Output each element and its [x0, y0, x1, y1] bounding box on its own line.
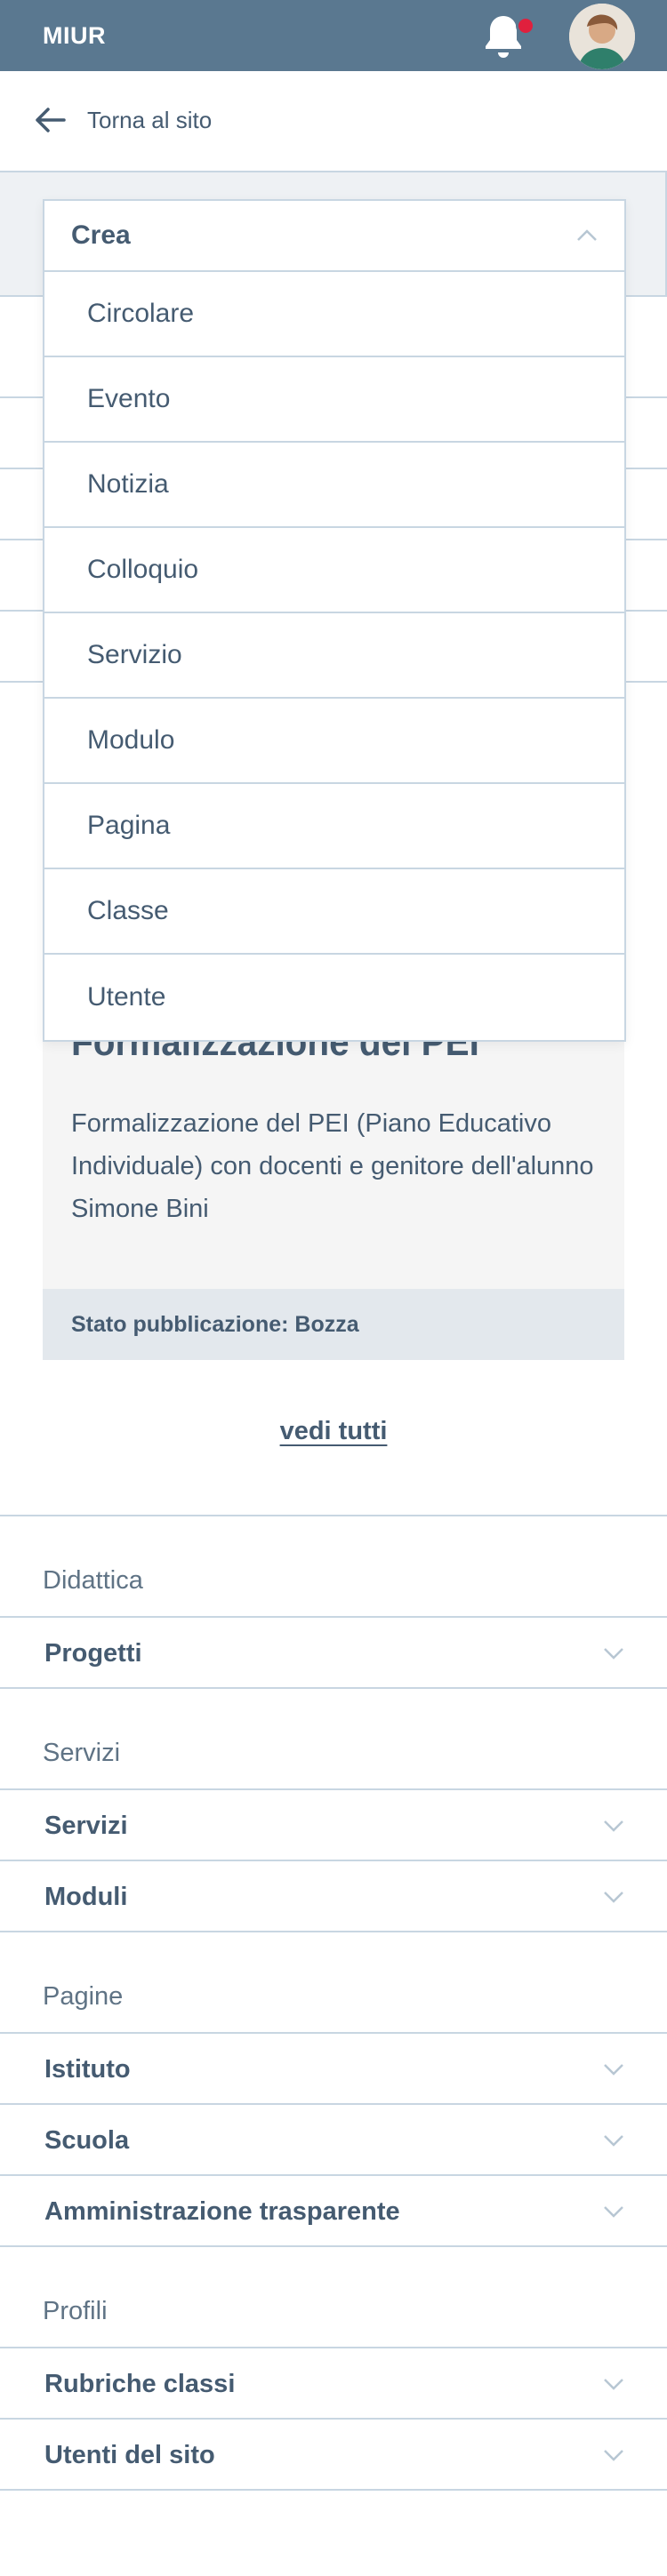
create-option-circolare[interactable]: Circolare	[44, 272, 624, 357]
avatar[interactable]	[569, 4, 635, 69]
chevron-down-icon	[604, 1820, 623, 1832]
menu-item-scuola[interactable]: Scuola	[0, 2105, 667, 2176]
menu-item-label: Amministrazione trasparente	[44, 2196, 400, 2226]
chevron-down-icon	[604, 2135, 623, 2147]
menu-item-label: Scuola	[44, 2125, 130, 2155]
notification-badge	[516, 16, 535, 36]
chevron-down-icon	[604, 2450, 623, 2461]
menu-item-amministrazione-trasparente[interactable]: Amministrazione trasparente	[0, 2176, 667, 2247]
chevron-down-icon	[604, 2064, 623, 2076]
menu-item-servizi[interactable]: Servizi	[0, 1790, 667, 1861]
brand-label: MIUR	[43, 21, 106, 49]
see-all-link[interactable]: vedi tutti	[0, 1417, 667, 1446]
menu-item-label: Progetti	[44, 1638, 142, 1668]
publication-status: Stato pubblicazione: Bozza	[43, 1289, 624, 1360]
section-label-pagine: Pagine	[43, 1982, 124, 2011]
create-option-servizio[interactable]: Servizio	[44, 613, 624, 699]
menu-item-istituto[interactable]: Istituto	[0, 2034, 667, 2105]
menu-item-label: Servizi	[44, 1811, 128, 1840]
notifications-button[interactable]	[480, 12, 535, 60]
menu-item-rubriche-classi[interactable]: Rubriche classi	[0, 2348, 667, 2420]
create-option-modulo[interactable]: Modulo	[44, 699, 624, 784]
create-label: Crea	[71, 220, 131, 250]
divider	[0, 2245, 667, 2247]
chevron-down-icon	[604, 2379, 623, 2390]
menu-item-moduli[interactable]: Moduli	[0, 1861, 667, 1932]
create-dropdown: Crea Circolare Evento Notizia Colloquio …	[43, 199, 626, 1042]
back-to-site-link[interactable]: Torna al sito	[0, 89, 667, 151]
create-option-notizia[interactable]: Notizia	[44, 443, 624, 528]
menu-item-label: Utenti del sito	[44, 2440, 215, 2469]
create-option-colloquio[interactable]: Colloquio	[44, 528, 624, 613]
divider	[0, 1687, 667, 1689]
divider	[0, 1515, 667, 1516]
back-link-label: Torna al sito	[87, 106, 213, 133]
menu-item-label: Istituto	[44, 2054, 131, 2084]
create-dropdown-toggle[interactable]: Crea	[44, 201, 624, 272]
chevron-down-icon	[604, 1648, 623, 1660]
menu-item-label: Moduli	[44, 1882, 128, 1911]
section-label-servizi: Servizi	[43, 1739, 121, 1767]
create-option-classe[interactable]: Classe	[44, 869, 624, 955]
page: MIUR Torna al sito Formalizzazione del P…	[0, 0, 667, 2576]
divider	[0, 2489, 667, 2491]
top-bar: MIUR	[0, 0, 667, 71]
chevron-down-icon	[604, 1892, 623, 1903]
chevron-down-icon	[604, 2206, 623, 2218]
create-option-evento[interactable]: Evento	[44, 357, 624, 443]
card-description: Formalizzazione del PEI (Piano Educativo…	[71, 1109, 594, 1223]
section-label-didattica: Didattica	[43, 1566, 143, 1595]
menu-item-utenti-del-sito[interactable]: Utenti del sito	[0, 2420, 667, 2491]
section-label-profili: Profili	[43, 2297, 108, 2325]
arrow-left-icon	[36, 108, 66, 132]
divider	[0, 1931, 667, 1932]
chevron-up-icon	[577, 229, 597, 241]
menu-item-progetti[interactable]: Progetti	[0, 1618, 667, 1689]
create-option-utente[interactable]: Utente	[44, 955, 624, 1040]
menu-item-label: Rubriche classi	[44, 2369, 236, 2398]
avatar-image	[569, 4, 635, 69]
create-option-pagina[interactable]: Pagina	[44, 784, 624, 869]
